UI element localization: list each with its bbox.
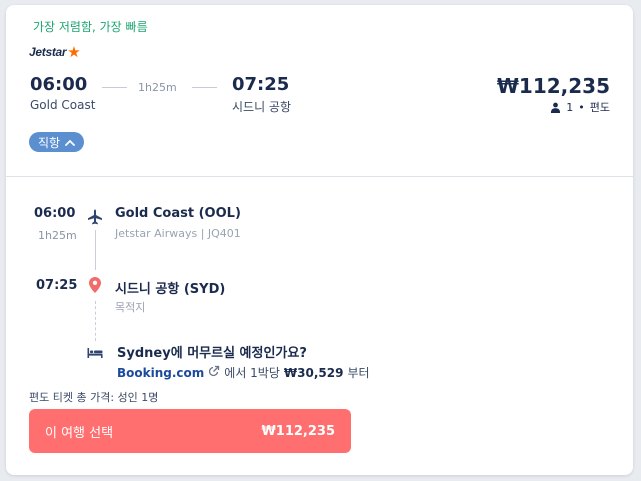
destination-note: 목적지 — [115, 301, 146, 314]
stops-label: 직항 — [38, 135, 61, 150]
booking-offer-text: 에서 1박당 — [224, 366, 280, 380]
segment-arrival-time: 07:25 — [36, 278, 78, 293]
airline-logo: Jetstar ★ — [29, 43, 89, 61]
segment-departure-time: 06:00 — [34, 206, 76, 221]
departure-airport: Gold Coast (OOL) — [115, 206, 241, 221]
route-line — [95, 230, 96, 270]
trip-type: 편도 — [589, 101, 610, 114]
total-price-label: 편도 티켓 총 가격: 성인 1명 — [29, 391, 159, 404]
departure-time: 06:00 — [30, 74, 88, 95]
airplane-icon — [87, 209, 103, 229]
arrival-airport: 시드니 공항 (SYD) — [115, 282, 226, 297]
chevron-up-icon — [65, 135, 75, 149]
separator-dot: • — [578, 100, 585, 114]
passenger-info: 1 • 편도 — [550, 99, 610, 115]
booking-offer: Booking.com 에서 1박당 ₩30,529 부터 — [117, 364, 370, 381]
arrival-time: 07:25 — [232, 74, 290, 95]
flight-card: 가장 저렴함, 가장 빠름 Jetstar ★ 06:00 Gold Coast… — [6, 5, 633, 475]
dotted-route-line — [95, 301, 96, 341]
select-trip-price: ₩112,235 — [261, 423, 335, 439]
departure-city: Gold Coast — [30, 98, 96, 112]
stay-question: Sydney에 머무르실 예정인가요? — [117, 342, 307, 361]
select-trip-label: 이 여행 선택 — [45, 425, 114, 441]
external-link-icon — [208, 365, 220, 380]
stay-question-text: 에 머무르실 예정인가요? — [170, 346, 307, 361]
location-pin-icon — [89, 277, 101, 297]
arrival-city: 시드니 공항 — [232, 100, 292, 114]
best-badge: 가장 저렴함, 가장 빠름 — [33, 20, 148, 34]
duration-line-left — [102, 87, 127, 88]
carrier-flight-number: Jetstar Airways | JQ401 — [115, 227, 241, 240]
stay-city: Sydney — [117, 346, 171, 361]
passenger-count: 1 — [566, 100, 574, 114]
select-trip-button[interactable]: 이 여행 선택 ₩112,235 — [29, 409, 351, 453]
booking-link[interactable]: Booking.com — [117, 366, 204, 380]
flight-duration: 1h25m — [138, 81, 177, 94]
star-icon: ★ — [67, 42, 81, 61]
person-icon — [550, 102, 561, 113]
bed-icon — [87, 344, 103, 363]
total-price: ₩112,235 — [496, 74, 610, 98]
segment-duration: 1h25m — [38, 229, 77, 242]
duration-line-right — [192, 87, 217, 88]
stops-toggle-button[interactable]: 직항 — [29, 132, 85, 152]
booking-offer-suffix: 부터 — [347, 366, 370, 380]
airline-logo-text: Jetstar — [29, 45, 67, 59]
booking-offer-price: ₩30,529 — [283, 365, 344, 380]
section-divider — [6, 176, 633, 177]
